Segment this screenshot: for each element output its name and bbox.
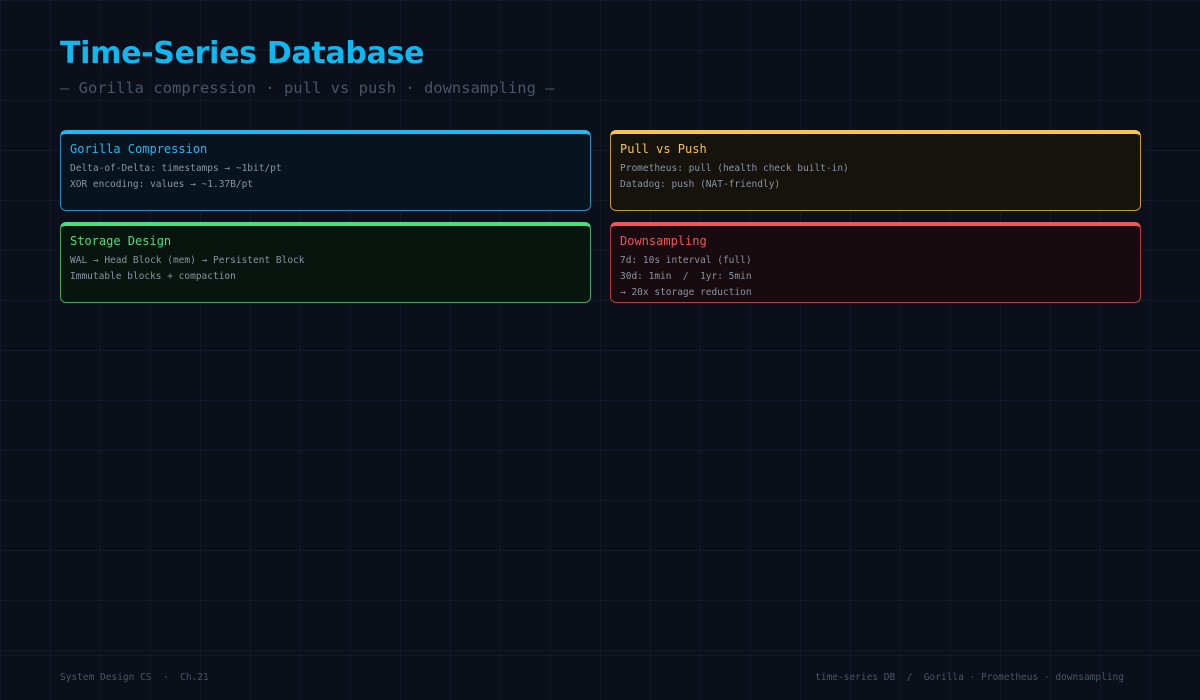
card-line: WAL → Head Block (mem) → Persistent Bloc… xyxy=(70,255,305,266)
card-line: 30d: 1min / 1yr: 5min xyxy=(620,271,752,282)
footer-left-text: System Design CS · Ch.21 xyxy=(60,672,209,683)
page-title: Time-Series Database xyxy=(60,36,425,71)
card-line: 7d: 10s interval (full) xyxy=(620,255,752,266)
card-line: XOR encoding: values → ~1.37B/pt xyxy=(70,179,254,190)
card-line: → 20x storage reduction xyxy=(620,287,752,298)
card-downsampling: Downsampling 7d: 10s interval (full) 30d… xyxy=(610,222,1141,303)
card-pull-vs-push: Pull vs Push Prometheus: pull (health ch… xyxy=(610,130,1141,211)
card-storage-design: Storage Design WAL → Head Block (mem) → … xyxy=(60,222,591,303)
card-gorilla-compression: Gorilla Compression Delta-of-Delta: time… xyxy=(60,130,591,211)
page-subtitle: — Gorilla compression · pull vs push · d… xyxy=(60,79,555,97)
card-line: Prometheus: pull (health check built-in) xyxy=(620,163,849,174)
footer-right-text: time-series DB / Gorilla · Prometheus · … xyxy=(815,672,1124,683)
card-line: Datadog: push (NAT-friendly) xyxy=(620,179,781,190)
card-title: Storage Design xyxy=(70,234,172,248)
footer-divider xyxy=(0,655,1200,656)
card-title: Gorilla Compression xyxy=(70,142,208,156)
card-line: Delta-of-Delta: timestamps → ~1bit/pt xyxy=(70,163,282,174)
card-title: Pull vs Push xyxy=(620,142,707,156)
card-title: Downsampling xyxy=(620,234,707,248)
card-line: Immutable blocks + compaction xyxy=(70,271,236,282)
